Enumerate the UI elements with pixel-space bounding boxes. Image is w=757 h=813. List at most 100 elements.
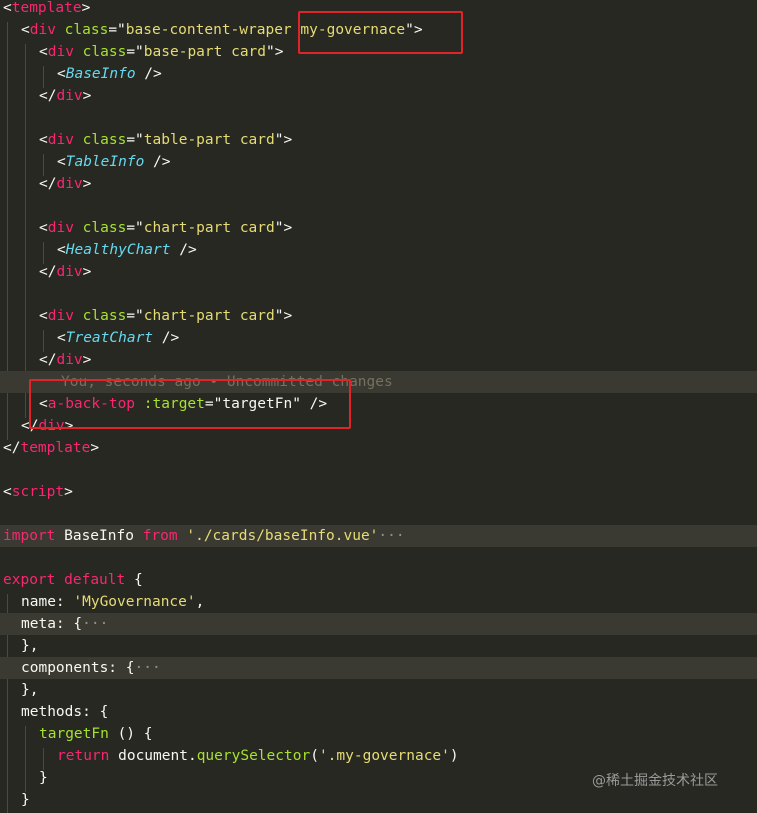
token-key: methods: {	[21, 704, 109, 720]
fold-ellipsis-icon[interactable]: ···	[135, 660, 161, 676]
highlight-box-back-top	[29, 379, 351, 429]
token-attribute: class	[82, 308, 127, 324]
code-line[interactable]: <TableInfo />	[0, 151, 757, 173]
code-line[interactable]: <div class="chart-part card">	[0, 305, 757, 327]
token-bracket: <	[21, 22, 30, 38]
code-line[interactable]: <div class="table-part card">	[0, 129, 757, 151]
token-function: targetFn	[39, 726, 109, 742]
code-line[interactable]: </div>	[0, 85, 757, 107]
token-bracket: ">	[274, 220, 293, 236]
token-brace: }	[21, 792, 30, 808]
code-line-folded[interactable]: import BaseInfo from './cards/baseInfo.v…	[0, 525, 757, 547]
token-equals: ="	[108, 22, 126, 38]
token-component: TableInfo	[65, 154, 145, 170]
token-string: 'MyGovernance'	[73, 594, 196, 610]
token-tag: div	[47, 44, 74, 60]
code-line[interactable]: return document.querySelector('.my-gover…	[0, 745, 757, 767]
token-bracket: >	[82, 176, 92, 192]
token-bracket: >	[64, 484, 73, 500]
token-equals: ="	[126, 132, 144, 148]
token-string: table-part card	[143, 132, 275, 148]
token-string: './cards/baseInfo.vue'	[186, 528, 379, 544]
token-paren: (	[310, 748, 319, 764]
code-line[interactable]: name: 'MyGovernance',	[0, 591, 757, 613]
token-bracket: >	[82, 352, 92, 368]
token-component: TreatChart	[65, 330, 154, 346]
token-bracket: <	[39, 132, 48, 148]
token-component: BaseInfo	[65, 66, 136, 82]
token-keyword: return	[57, 748, 110, 764]
code-line-folded[interactable]: meta: {···	[0, 613, 757, 635]
token-component: HealthyChart	[65, 242, 171, 258]
code-line[interactable]: methods: {	[0, 701, 757, 723]
token-paren: )	[449, 748, 459, 764]
token-bracket: <	[57, 330, 66, 346]
code-line[interactable]: <BaseInfo />	[0, 63, 757, 85]
token-key: meta: {	[21, 616, 83, 632]
code-line[interactable]: },	[0, 679, 757, 701]
fold-ellipsis-icon[interactable]: ···	[378, 528, 404, 544]
token-equals: ="	[126, 308, 144, 324]
token-tag: div	[47, 132, 74, 148]
token-bracket: </	[39, 176, 57, 192]
token-bracket: />	[170, 242, 197, 258]
token-bracket: ">	[274, 132, 293, 148]
token-keyword: export	[3, 572, 56, 588]
token-function: querySelector	[196, 748, 311, 764]
token-bracket: <	[57, 154, 66, 170]
code-line[interactable]: <script>	[0, 481, 757, 503]
token-tag: script	[11, 484, 65, 500]
code-line[interactable]: export default {	[0, 569, 757, 591]
token-bracket: <	[57, 66, 66, 82]
token-bracket: >	[82, 264, 92, 280]
token-string: base-part card	[143, 44, 267, 60]
token-tag: template	[20, 440, 91, 456]
fold-ellipsis-icon[interactable]: ···	[82, 616, 108, 632]
token-keyword: from	[142, 528, 178, 544]
token-tag: div	[56, 176, 83, 192]
code-line[interactable]: targetFn () {	[0, 723, 757, 745]
code-line[interactable]: <div class="chart-part card">	[0, 217, 757, 239]
code-line[interactable]: <HealthyChart />	[0, 239, 757, 261]
code-editor[interactable]: <template> <div class="base-content-wrap…	[0, 0, 757, 813]
token-tag: template	[11, 0, 82, 16]
token-tag: div	[47, 220, 74, 236]
token-string: base-content-wraper	[125, 22, 301, 38]
token-bracket: />	[135, 66, 162, 82]
token-brace: }	[39, 770, 48, 786]
token-comma: ,	[195, 594, 205, 610]
token-tag: div	[56, 352, 83, 368]
token-bracket: ">	[274, 308, 293, 324]
token-brace: },	[21, 682, 39, 698]
token-bracket: />	[144, 154, 171, 170]
code-line[interactable]: </template>	[0, 437, 757, 459]
token-tag: div	[56, 264, 83, 280]
code-line[interactable]: }	[0, 789, 757, 811]
token-brace: {	[125, 572, 143, 588]
token-bracket: </	[39, 264, 57, 280]
token-identifier: BaseInfo	[55, 528, 143, 544]
token-string: '.my-governace'	[318, 748, 450, 764]
token-bracket: <	[39, 220, 48, 236]
token-bracket: </	[39, 88, 57, 104]
token-attribute: class	[64, 22, 109, 38]
token-tag: div	[56, 88, 83, 104]
code-line[interactable]: </div>	[0, 261, 757, 283]
code-line[interactable]: },	[0, 635, 757, 657]
token-bracket: </	[3, 440, 21, 456]
code-line[interactable]: </div>	[0, 349, 757, 371]
code-line[interactable]: <TreatChart />	[0, 327, 757, 349]
token-bracket: <	[39, 44, 48, 60]
token-keyword: default	[64, 572, 126, 588]
token-string: chart-part card	[143, 220, 275, 236]
token-equals: ="	[126, 44, 144, 60]
token-bracket: >	[90, 440, 100, 456]
token-bracket: <	[57, 242, 66, 258]
code-line[interactable]: </div>	[0, 173, 757, 195]
token-tag: div	[47, 308, 74, 324]
token-bracket: <	[3, 484, 12, 500]
token-bracket: ">	[266, 44, 284, 60]
token-string: chart-part card	[143, 308, 275, 324]
code-line-folded[interactable]: components: {···	[0, 657, 757, 679]
